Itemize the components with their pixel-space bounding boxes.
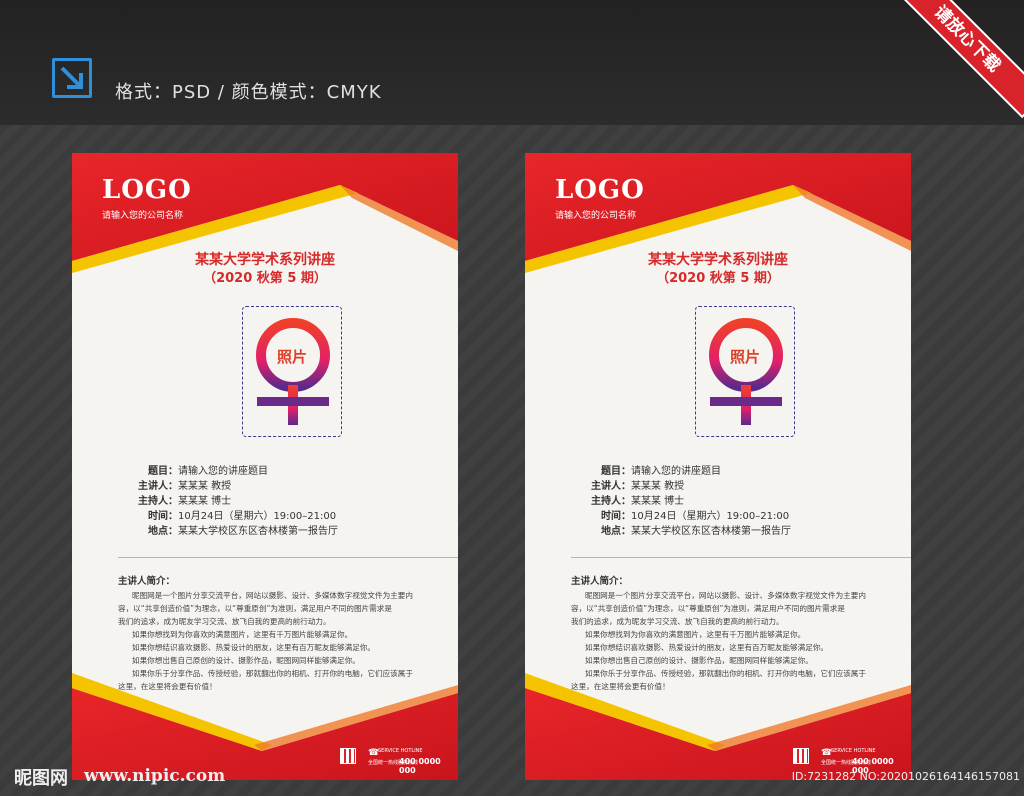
photo-label: 照片 bbox=[729, 348, 760, 366]
female-symbol-icon bbox=[256, 318, 330, 425]
bio-heading: 主讲人简介： bbox=[571, 576, 629, 587]
poster-2: LOGO 请输入您的公司名称 某某大学学术系列讲座 （2020 秋第 5 期） … bbox=[525, 153, 911, 780]
bio-line: 这里，在这里将会更有价值！ bbox=[571, 682, 670, 691]
bio-line: 如果你想出售自己原创的设计、摄影作品，昵图网同样能够满足你。 bbox=[585, 656, 813, 665]
lecture-info: 题目：请输入您的讲座题目 主讲人：某某某 教授 主持人：某某某 博士 时间：10月24… bbox=[92, 464, 338, 539]
info-value: 某某某 博士 bbox=[631, 496, 685, 507]
info-value: 某某某 博士 bbox=[178, 496, 232, 507]
bio-line: 昵图网是一个图片分享交流平台，网站以摄影、设计、多媒体数字视觉文件为主要内 bbox=[132, 591, 413, 600]
phone-number: 400 0000 000 bbox=[399, 757, 441, 775]
info-value: 10月24日（星期六）19:00–21:00 bbox=[178, 511, 337, 522]
info-value: 某某大学校区东区杏林楼第一报告厅 bbox=[631, 526, 791, 537]
info-row: 主讲人：某某某 教授 bbox=[545, 479, 791, 494]
arrow-down-right-icon bbox=[52, 58, 92, 98]
info-value: 10月24日（星期六）19:00–21:00 bbox=[631, 511, 790, 522]
bio-line: 如果你想找到为你喜欢的满意图片，这里有千万图片能够满足你。 bbox=[132, 630, 353, 639]
bio-heading: 主讲人简介： bbox=[118, 576, 176, 587]
watermark-url[interactable]: www.nipic.com bbox=[84, 766, 225, 786]
phone-icon: ☎ bbox=[368, 748, 380, 758]
hotline-label: SERVICE HOTLINE bbox=[831, 748, 876, 754]
info-row: 题目：请输入您的讲座题目 bbox=[92, 464, 338, 479]
bio-line: 我们的追求，成为昵友学习交流、放飞自我的更高的前行动力。 bbox=[118, 617, 331, 626]
poster-subtitle: （2020 秋第 5 期） bbox=[656, 271, 780, 286]
lecture-info: 题目：请输入您的讲座题目 主讲人：某某某 教授 主持人：某某某 博士 时间：10月24… bbox=[545, 464, 791, 539]
poster-title: 某某大学学术系列讲座 bbox=[195, 252, 335, 268]
info-value: 某某某 教授 bbox=[178, 481, 232, 492]
info-key: 时间： bbox=[148, 511, 178, 522]
info-key: 主讲人： bbox=[591, 481, 631, 492]
format-info: 格式：PSD / 颜色模式：CMYK bbox=[115, 82, 382, 103]
photo-label: 照片 bbox=[276, 348, 307, 366]
info-key: 主讲人： bbox=[138, 481, 178, 492]
info-key: 地点： bbox=[601, 526, 631, 537]
bio-line: 如果你想出售自己原创的设计、摄影作品，昵图网同样能够满足你。 bbox=[132, 656, 360, 665]
phone-icon: ☎ bbox=[821, 748, 833, 758]
bio-line: 如果你想找到为你喜欢的满意图片，这里有千万图片能够满足你。 bbox=[585, 630, 806, 639]
bio-line: 我们的追求，成为昵友学习交流、放飞自我的更高的前行动力。 bbox=[571, 617, 784, 626]
logo: LOGO bbox=[102, 175, 192, 205]
qr-code-icon bbox=[340, 748, 356, 764]
info-key: 主持人： bbox=[591, 496, 631, 507]
bio-line: 如果你乐于分享作品、传授经验，那就翻出你的相机、打开你的电脑，它们应该属于 bbox=[132, 669, 413, 678]
info-key: 题目： bbox=[601, 466, 631, 477]
photo-placeholder: 照片 bbox=[242, 306, 342, 437]
info-row: 题目：请输入您的讲座题目 bbox=[545, 464, 791, 479]
female-symbol-icon bbox=[709, 318, 783, 425]
bio-line: 如果你想结识喜欢摄影、热爱设计的朋友，这里有百万昵友能够满足你。 bbox=[132, 643, 375, 652]
info-row: 主持人：某某某 博士 bbox=[545, 494, 791, 509]
bio-line: 容，以“共享创造价值”为理念，以“尊重原创”为准则，满足用户不同的图片需求是 bbox=[118, 604, 392, 613]
poster-1: LOGO 请输入您的公司名称 某某大学学术系列讲座 （2020 秋第 5 期） … bbox=[72, 153, 458, 780]
logo: LOGO bbox=[555, 175, 645, 205]
info-value: 请输入您的讲座题目 bbox=[631, 466, 721, 477]
bio-line: 昵图网是一个图片分享交流平台，网站以摄影、设计、多媒体数字视觉文件为主要内 bbox=[585, 591, 866, 600]
info-key: 主持人： bbox=[138, 496, 178, 507]
info-row: 地点：某某大学校区东区杏林楼第一报告厅 bbox=[92, 524, 338, 539]
bio-text: 昵图网是一个图片分享交流平台，网站以摄影、设计、多媒体数字视觉文件为主要内容，以… bbox=[571, 589, 911, 693]
info-key: 时间： bbox=[601, 511, 631, 522]
bio-text: 昵图网是一个图片分享交流平台，网站以摄影、设计、多媒体数字视觉文件为主要内容，以… bbox=[118, 589, 458, 693]
photo-placeholder: 照片 bbox=[695, 306, 795, 437]
poster-title: 某某大学学术系列讲座 bbox=[648, 252, 788, 268]
info-value: 某某某 教授 bbox=[631, 481, 685, 492]
company-name: 请输入您的公司名称 bbox=[102, 211, 184, 221]
info-value: 请输入您的讲座题目 bbox=[178, 466, 268, 477]
divider bbox=[571, 557, 911, 558]
top-bar: 格式：PSD / 颜色模式：CMYK bbox=[0, 0, 1024, 125]
info-row: 主持人：某某某 博士 bbox=[92, 494, 338, 509]
bio-line: 这里，在这里将会更有价值！ bbox=[118, 682, 217, 691]
info-value: 某某大学校区东区杏林楼第一报告厅 bbox=[178, 526, 338, 537]
info-row: 地点：某某大学校区东区杏林楼第一报告厅 bbox=[545, 524, 791, 539]
company-name: 请输入您的公司名称 bbox=[555, 211, 637, 221]
info-key: 题目： bbox=[148, 466, 178, 477]
info-row: 时间：10月24日（星期六）19:00–21:00 bbox=[92, 509, 338, 524]
info-row: 时间：10月24日（星期六）19:00–21:00 bbox=[545, 509, 791, 524]
bio-line: 如果你乐于分享作品、传授经验，那就翻出你的相机、打开你的电脑，它们应该属于 bbox=[585, 669, 866, 678]
divider bbox=[118, 557, 458, 558]
hotline-label: SERVICE HOTLINE bbox=[378, 748, 423, 754]
watermark-logo: 昵图网 bbox=[14, 768, 68, 789]
qr-code-icon bbox=[793, 748, 809, 764]
image-id: ID:7231282 NO:20201026164146157081 bbox=[791, 770, 1020, 783]
bio-line: 如果你想结识喜欢摄影、热爱设计的朋友，这里有百万昵友能够满足你。 bbox=[585, 643, 828, 652]
info-key: 地点： bbox=[148, 526, 178, 537]
info-row: 主讲人：某某某 教授 bbox=[92, 479, 338, 494]
poster-subtitle: （2020 秋第 5 期） bbox=[203, 271, 327, 286]
bio-line: 容，以“共享创造价值”为理念，以“尊重原创”为准则，满足用户不同的图片需求是 bbox=[571, 604, 845, 613]
